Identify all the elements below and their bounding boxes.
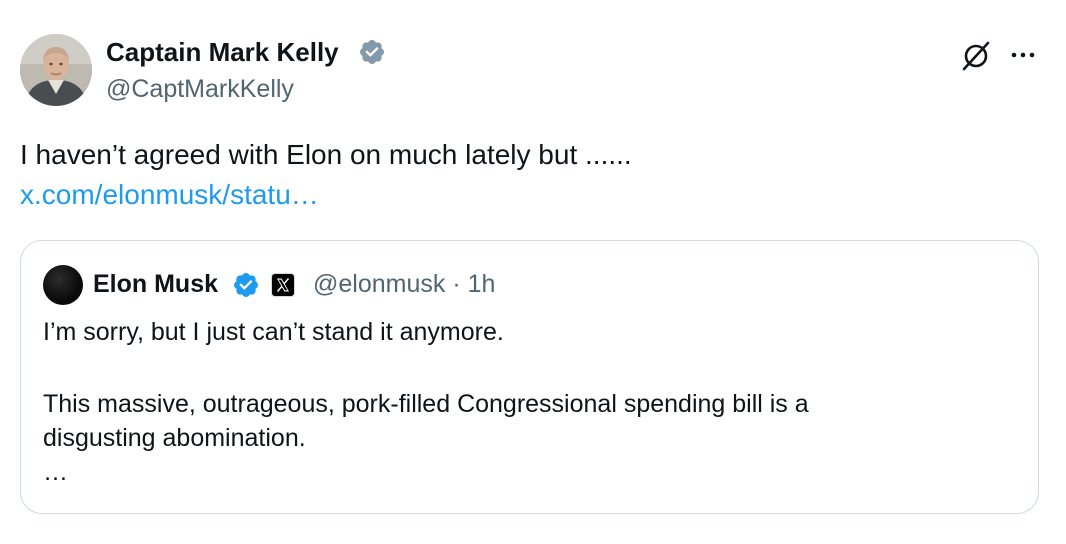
quoted-text-line: This massive, outrageous, pork-filled Co…: [43, 390, 809, 418]
quoted-timestamp[interactable]: 1h: [468, 270, 496, 298]
grok-icon[interactable]: [958, 38, 994, 74]
more-options-icon[interactable]: [1008, 40, 1038, 70]
x-logo-glyph: [276, 278, 290, 292]
meta-separator: ·: [452, 270, 461, 298]
tweet-text: I haven’t agreed with Elon on much latel…: [20, 139, 632, 170]
author-name[interactable]: Captain Mark Kelly: [106, 36, 339, 68]
quoted-text-line: disgusting abomination.: [43, 424, 306, 452]
quoted-author-name[interactable]: Elon Musk: [93, 268, 218, 300]
quoted-tweet-card[interactable]: Elon Musk @elonmusk · 1h I’m sorry, but …: [20, 240, 1039, 514]
author-avatar[interactable]: [20, 34, 92, 106]
quoted-text-line: I’m sorry, but I just can’t stand it any…: [43, 318, 504, 346]
tweet: Captain Mark Kelly @CaptMarkKelly I have…: [0, 0, 1066, 544]
verified-badge-icon[interactable]: [232, 271, 260, 299]
author-avatar-image: [20, 34, 92, 106]
quoted-tweet-text: I’m sorry, but I just can’t stand it any…: [43, 315, 1003, 489]
tweet-link[interactable]: x.com/elonmusk/statu…: [20, 178, 319, 212]
quoted-author-avatar[interactable]: [43, 265, 83, 305]
quoted-meta: @elonmusk · 1h: [313, 268, 495, 300]
quoted-text-ellipsis: …: [43, 458, 68, 486]
x-logo-icon[interactable]: [271, 273, 295, 297]
verified-badge-icon[interactable]: [358, 38, 386, 66]
quoted-author-handle[interactable]: @elonmusk: [313, 270, 445, 298]
author-handle[interactable]: @CaptMarkKelly: [106, 74, 294, 104]
